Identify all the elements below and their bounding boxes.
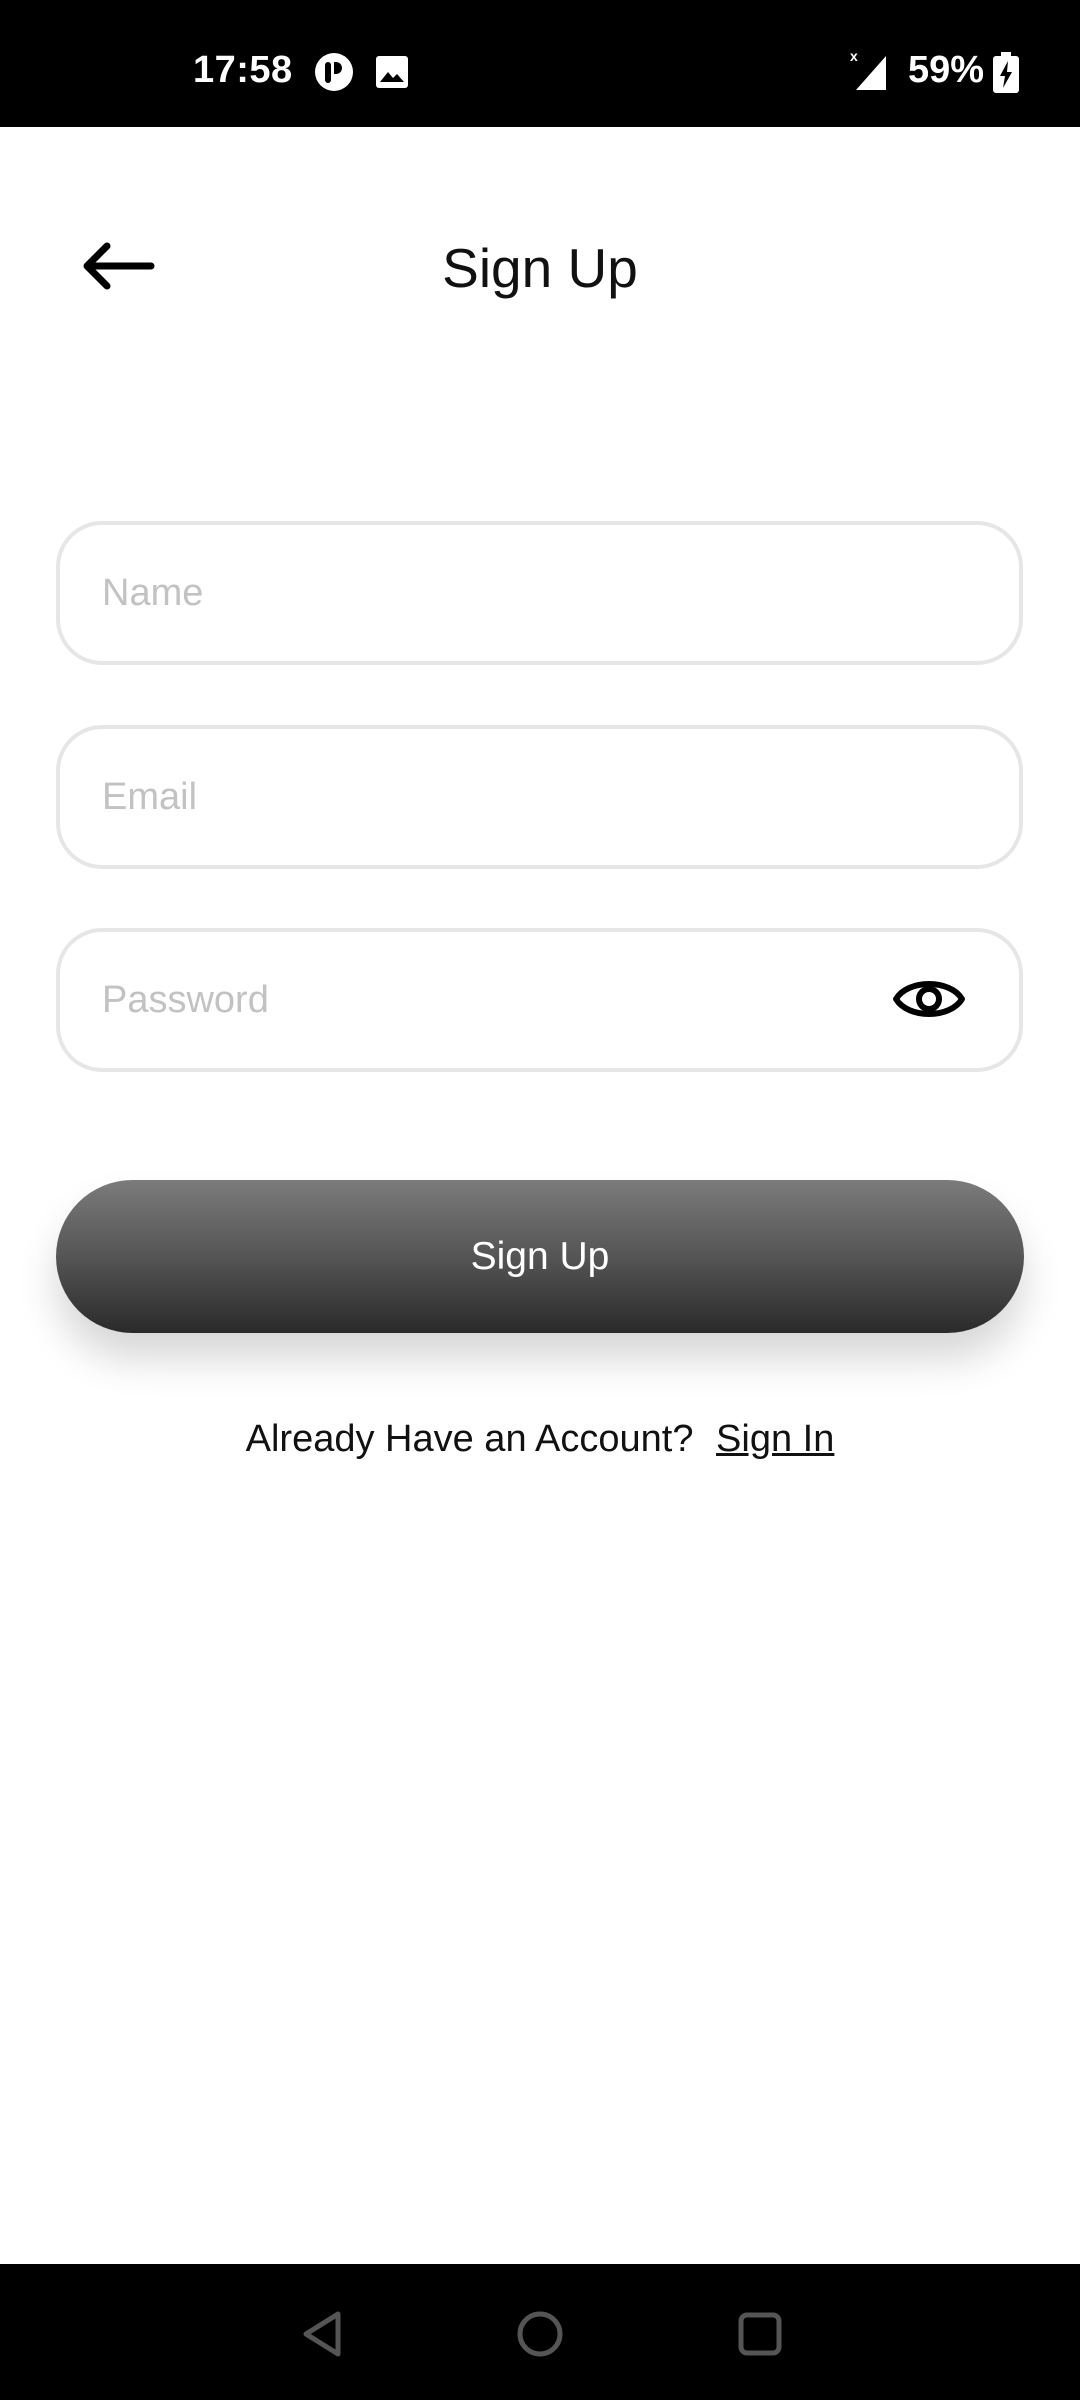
page-title: Sign Up	[442, 237, 638, 299]
already-have-account-text: Already Have an Account?	[245, 1418, 694, 1460]
password-field-container	[56, 928, 1023, 1072]
home-circle-icon	[517, 2311, 563, 2357]
nav-recents-button[interactable]	[720, 2294, 800, 2374]
password-visibility-toggle[interactable]	[891, 966, 967, 1032]
sign-up-screen: 17:58 x 59% Sign Up Name Email Sign Up A…	[0, 0, 1080, 2400]
status-bar: 17:58 x 59%	[0, 0, 1080, 127]
system-navigation-bar	[0, 2264, 1080, 2400]
name-input[interactable]	[102, 525, 902, 661]
recents-square-icon	[738, 2312, 782, 2356]
sign-up-button[interactable]: Sign Up	[56, 1180, 1024, 1333]
battery-charging-icon	[993, 52, 1019, 93]
svg-text:x: x	[850, 48, 858, 64]
password-input[interactable]	[102, 932, 862, 1068]
name-field-container	[56, 521, 1023, 665]
sign-in-prompt-row: Already Have an Account? Sign In	[0, 1412, 1080, 1466]
eye-icon	[893, 981, 965, 1017]
sign-in-link[interactable]: Sign In	[716, 1418, 834, 1460]
email-field-container	[56, 725, 1023, 869]
nav-back-button[interactable]	[282, 2294, 362, 2374]
email-input[interactable]	[102, 729, 902, 865]
back-triangle-icon	[303, 2311, 341, 2357]
nav-home-button[interactable]	[500, 2294, 580, 2374]
notification-app-icon	[315, 53, 353, 91]
status-time: 17:58	[193, 49, 293, 91]
image-icon	[376, 56, 408, 88]
signal-icon: x	[850, 48, 886, 90]
battery-percent: 59%	[908, 49, 985, 91]
